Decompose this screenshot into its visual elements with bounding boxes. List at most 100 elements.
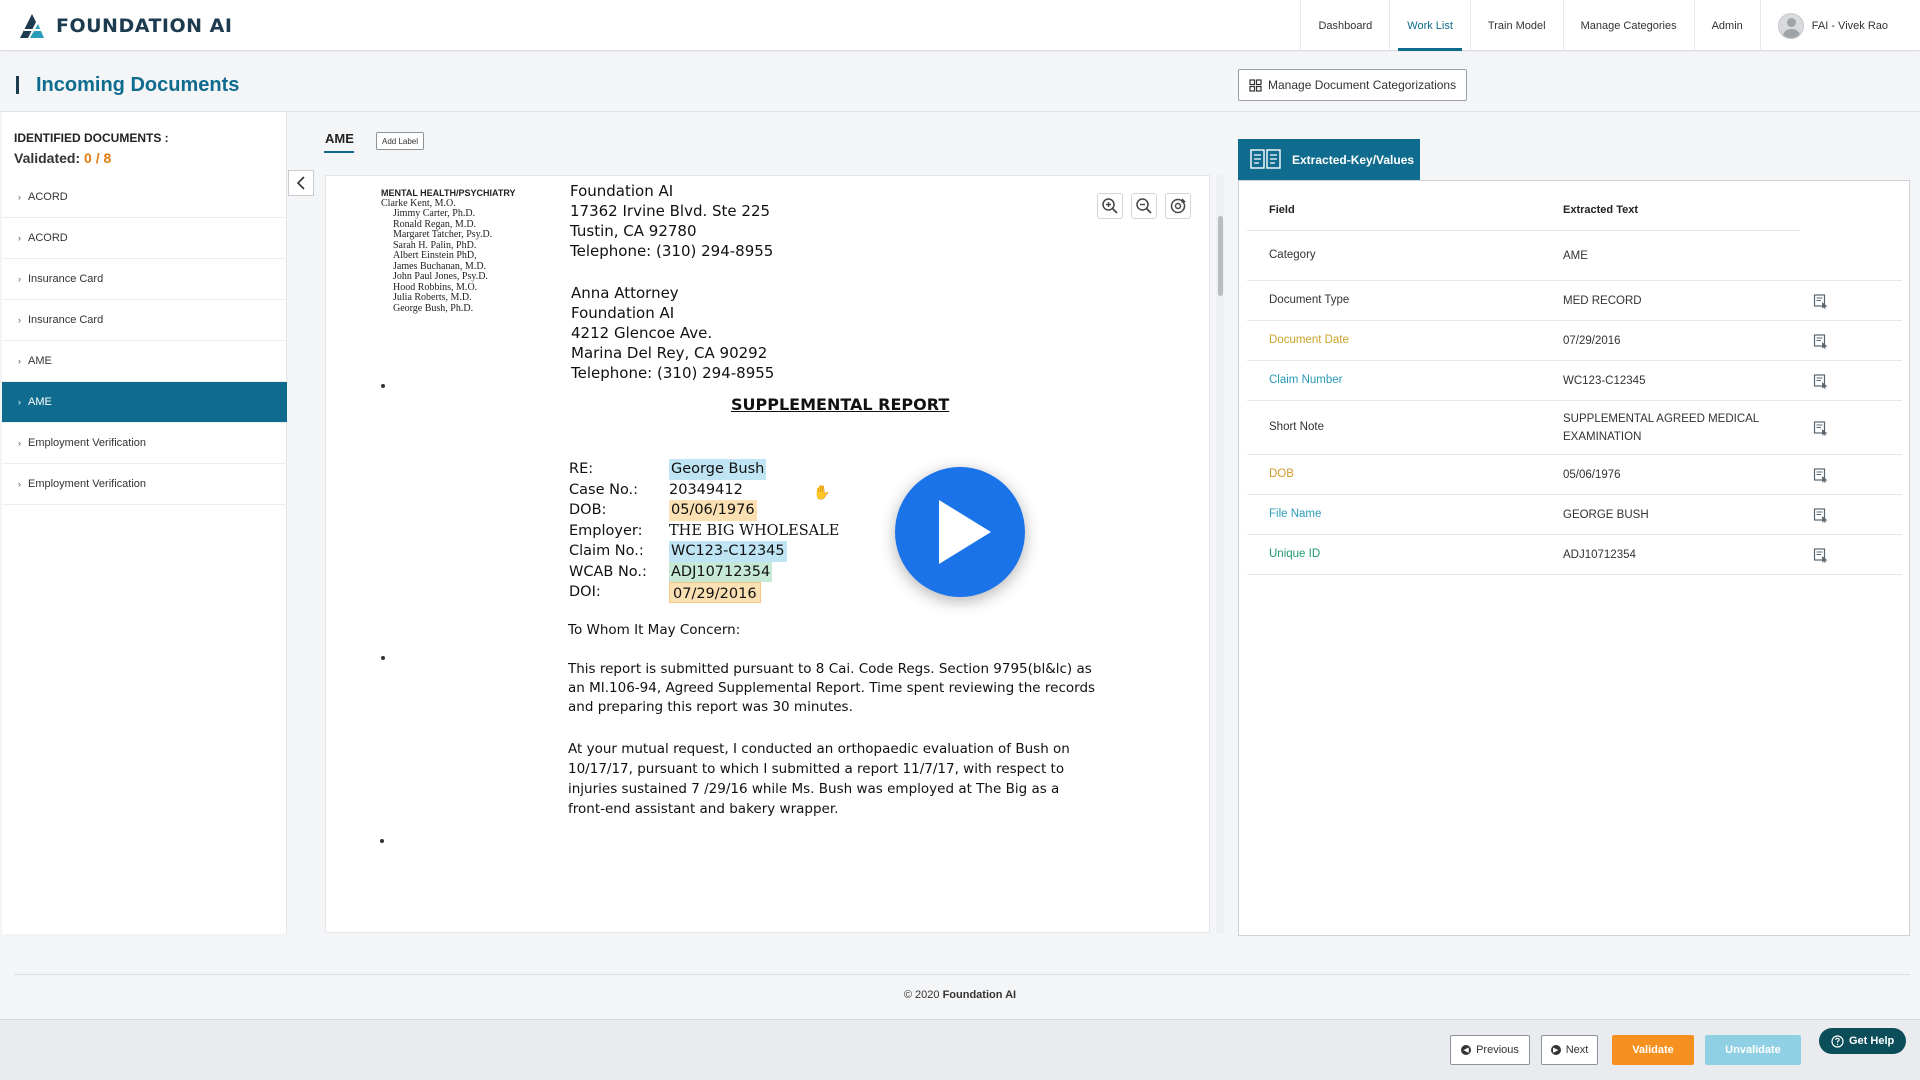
sidebar-item-ame-selected[interactable]: › AME <box>2 382 287 423</box>
sidebar-item-employment-verification[interactable]: › Employment Verification <box>2 423 287 464</box>
staff-name: Margaret Tatcher, Psy.D. <box>393 229 493 240</box>
validate-button[interactable]: Validate <box>1612 1035 1694 1065</box>
reset-zoom-button[interactable] <box>1165 193 1191 219</box>
scrollbar-thumb[interactable] <box>1218 216 1223 296</box>
kv-row: Unique ID ADJ10712354 <box>1247 535 1902 575</box>
sidebar-item-acord[interactable]: › ACORD <box>2 218 287 259</box>
arrow-left-circle-icon: ◀ <box>1461 1045 1472 1055</box>
locate-in-document-icon[interactable] <box>1813 547 1829 563</box>
nav-dashboard[interactable]: Dashboard <box>1300 0 1389 51</box>
sidebar-item-employment-verification[interactable]: › Employment Verification <box>2 464 287 505</box>
nav-work-list[interactable]: Work List <box>1389 0 1470 51</box>
sidebar-item-label: AME <box>28 396 52 408</box>
sidebar-item-label: Insurance Card <box>28 273 104 285</box>
user-name: FAI - Vivek Rao <box>1811 19 1888 32</box>
user-menu[interactable]: FAI - Vivek Rao <box>1759 0 1920 51</box>
staff-name: Albert Einstein PhD, <box>393 250 477 261</box>
validated-label: Validated: <box>14 150 81 166</box>
document-tab-label[interactable]: AME <box>325 131 354 146</box>
staff-name: John Paul Jones, Psy.D. <box>393 271 488 282</box>
arrow-right-circle-icon: ▶ <box>1550 1045 1561 1055</box>
field-value[interactable]: WC123-C12345 <box>669 541 787 562</box>
sidebar-item-label: Insurance Card <box>28 314 104 326</box>
question-circle-icon <box>1831 1034 1844 1048</box>
kv-extracted-value: WC123-C12345 <box>1563 375 1646 387</box>
sidebar-item-label: ACORD <box>28 191 68 203</box>
reset-zoom-icon <box>1170 198 1186 214</box>
previous-label: Previous <box>1476 1044 1519 1056</box>
staff-heading: MENTAL HEALTH/PSYCHIATRY <box>381 188 516 198</box>
field-label: DOI: <box>569 584 601 600</box>
field-row-wcab: WCAB No.: ADJ10712354 <box>569 561 839 582</box>
kv-field-name: Document Date <box>1269 334 1349 346</box>
sidebar-item-insurance-card[interactable]: › Insurance Card <box>2 259 287 300</box>
get-help-button[interactable]: Get Help <box>1819 1028 1907 1054</box>
title-accent-bar <box>16 76 19 94</box>
kv-field-name: Claim Number <box>1269 374 1343 386</box>
zoom-out-button[interactable] <box>1131 193 1157 219</box>
action-bar: ◀ Previous ▶ Next Validate Unvalidate <box>0 1019 1920 1080</box>
unvalidate-button[interactable]: Unvalidate <box>1705 1035 1801 1065</box>
next-button[interactable]: ▶ Next <box>1541 1035 1598 1065</box>
field-label: RE: <box>569 461 594 477</box>
locate-in-document-icon[interactable] <box>1813 467 1829 483</box>
foundation-logo-icon <box>20 14 44 38</box>
report-paragraph: This report is submitted pursuant to 8 C… <box>568 661 1096 715</box>
sidebar-item-insurance-card[interactable]: › Insurance Card <box>2 300 287 341</box>
address-line: Foundation AI <box>570 182 674 200</box>
top-navbar: FOUNDATION AI Dashboard Work List Train … <box>0 0 1920 51</box>
chevron-right-icon: › <box>18 315 21 325</box>
kv-extracted-value: 07/29/2016 <box>1563 335 1621 347</box>
address-line: Foundation AI <box>571 304 675 322</box>
kv-row: Document Date 07/29/2016 <box>1247 321 1902 361</box>
column-header-extracted-text: Extracted Text <box>1563 204 1638 216</box>
locate-in-document-icon[interactable] <box>1813 333 1829 349</box>
document-viewer[interactable]: MENTAL HEALTH/PSYCHIATRY Clarke Kent, M.… <box>325 175 1210 933</box>
field-label: Claim No.: <box>569 543 644 559</box>
field-row-doi: DOI: 07/29/2016 <box>569 582 839 603</box>
nav-manage-categories[interactable]: Manage Categories <box>1562 0 1694 51</box>
chevron-left-icon <box>296 176 305 190</box>
kv-field-name: Document Type <box>1269 294 1350 306</box>
collapse-sidebar-button[interactable] <box>288 170 314 196</box>
zoom-in-button[interactable] <box>1097 193 1123 219</box>
add-label-button[interactable]: Add Label <box>376 132 425 150</box>
manage-button-label: Manage Document Categorizations <box>1268 78 1457 92</box>
logo[interactable]: FOUNDATION AI <box>16 10 232 42</box>
manage-categorizations-button[interactable]: Manage Document Categorizations <box>1238 69 1468 101</box>
locate-in-document-icon[interactable] <box>1813 420 1829 436</box>
footer-divider <box>14 974 1910 975</box>
address-line: 17362 Irvine Blvd. Ste 225 <box>570 202 771 220</box>
sidebar-title: IDENTIFIED DOCUMENTS : <box>14 131 169 145</box>
sidebar-item-label: ACORD <box>28 232 68 244</box>
field-label: WCAB No.: <box>569 563 647 580</box>
staff-list: MENTAL HEALTH/PSYCHIATRY Clarke Kent, M.… <box>381 188 516 314</box>
field-row-re: RE: George Bush <box>569 459 839 480</box>
copyright: © 2020 Foundation AI <box>0 989 1920 1001</box>
zoom-toolbar <box>1097 193 1191 219</box>
kv-field-name: Unique ID <box>1269 548 1321 560</box>
document-fields-icon <box>1250 148 1281 169</box>
play-video-button[interactable] <box>895 467 1025 597</box>
nav-train-model[interactable]: Train Model <box>1469 0 1563 51</box>
field-label: DOB: <box>569 502 607 518</box>
locate-in-document-icon[interactable] <box>1813 293 1829 309</box>
sidebar-item-acord[interactable]: › ACORD <box>2 177 287 218</box>
field-value[interactable]: ADJ10712354 <box>669 561 773 582</box>
kv-row: Claim Number WC123-C12345 <box>1247 361 1902 401</box>
tab-extracted-key-values[interactable]: Extracted-Key/Values <box>1238 139 1420 180</box>
field-value[interactable]: 07/29/2016 <box>669 582 761 603</box>
nav-admin[interactable]: Admin <box>1693 0 1760 51</box>
kv-row: File Name GEORGE BUSH <box>1247 495 1902 535</box>
extracted-values-panel: Field Extracted Text Category AME Document… <box>1238 180 1910 936</box>
field-value[interactable]: 05/06/1976 <box>669 500 757 521</box>
field-value: 20349412 <box>669 481 743 498</box>
locate-in-document-icon[interactable] <box>1813 507 1829 523</box>
field-value[interactable]: George Bush <box>669 459 767 480</box>
address-line: Marina Del Rey, CA 90292 <box>571 344 768 362</box>
locate-in-document-icon[interactable] <box>1813 373 1829 389</box>
previous-button[interactable]: ◀ Previous <box>1450 1035 1530 1065</box>
sidebar-item-ame[interactable]: › AME <box>2 341 287 382</box>
hand-cursor-icon: ✋ <box>813 484 831 500</box>
sidebar-item-label: Employment Verification <box>28 437 146 449</box>
